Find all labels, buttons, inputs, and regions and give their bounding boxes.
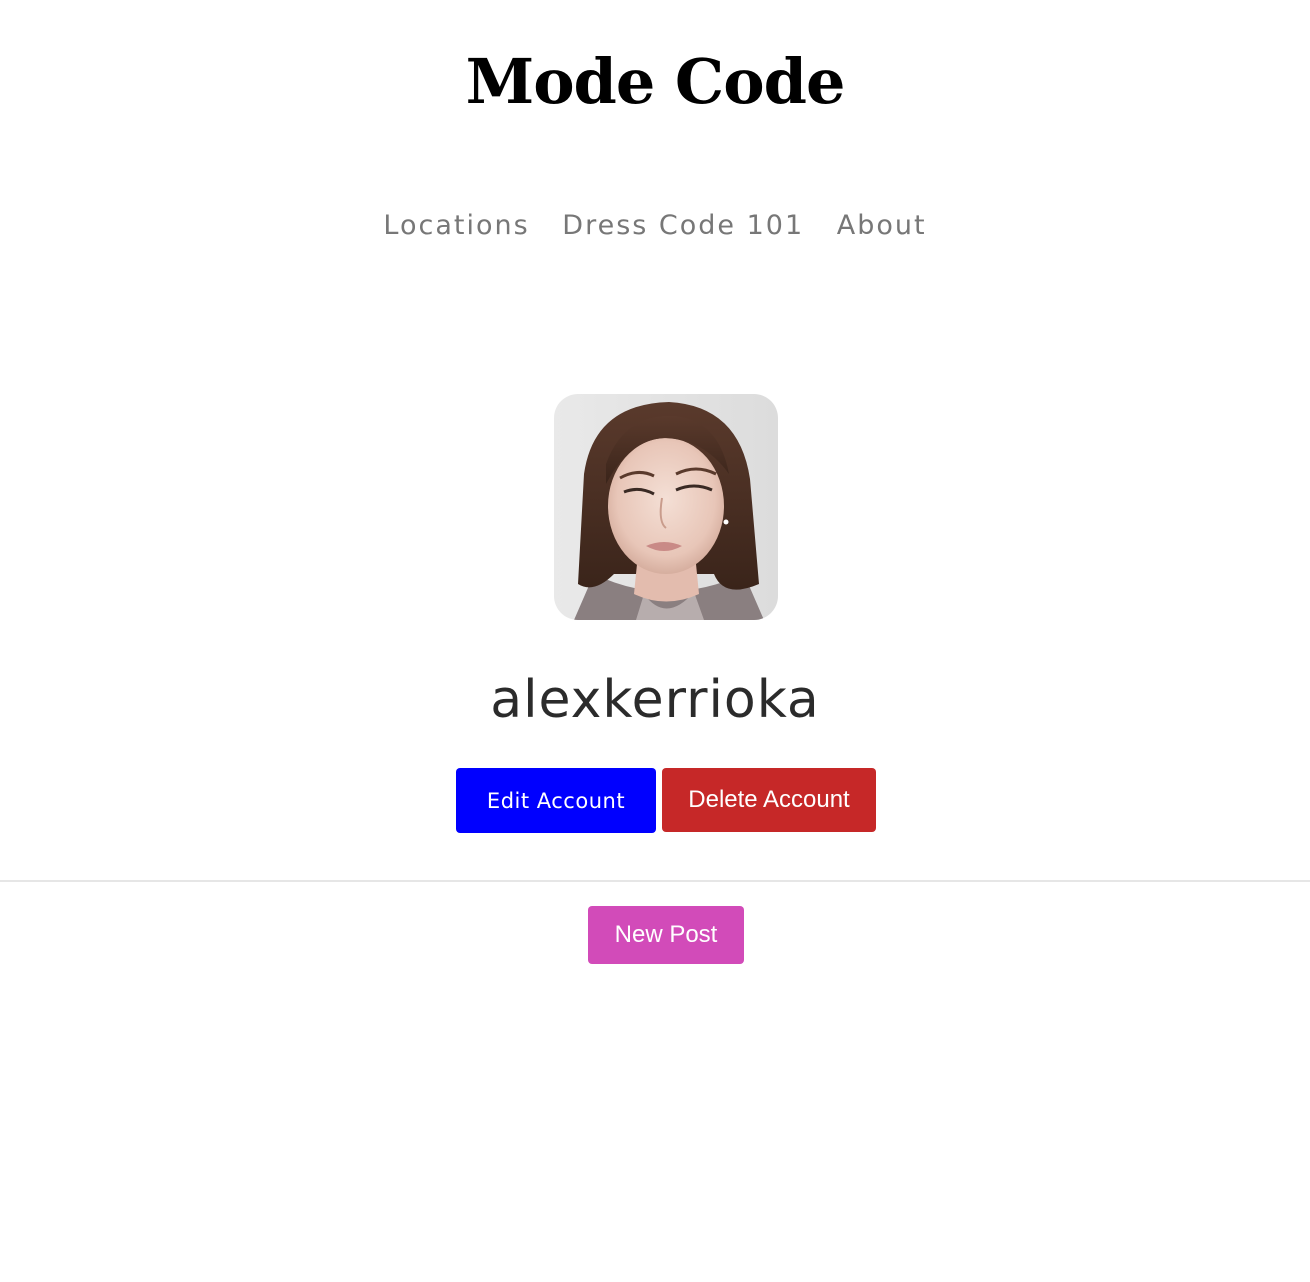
nav-item-dress-code-101[interactable]: Dress Code 101 bbox=[562, 208, 804, 244]
divider bbox=[0, 880, 1310, 882]
nav-item-locations[interactable]: Locations bbox=[383, 208, 529, 244]
avatar bbox=[554, 394, 778, 620]
nav-item-about[interactable]: About bbox=[837, 208, 927, 244]
site-title[interactable]: Mode Code bbox=[0, 42, 1310, 122]
main-nav: Locations Dress Code 101 About bbox=[0, 208, 1310, 244]
edit-account-button[interactable]: Edit Account bbox=[456, 768, 656, 833]
new-post-button[interactable]: New Post bbox=[588, 906, 744, 964]
username: alexkerrioka bbox=[490, 670, 820, 730]
profile-photo bbox=[554, 394, 778, 620]
delete-account-button[interactable]: Delete Account bbox=[662, 768, 876, 832]
